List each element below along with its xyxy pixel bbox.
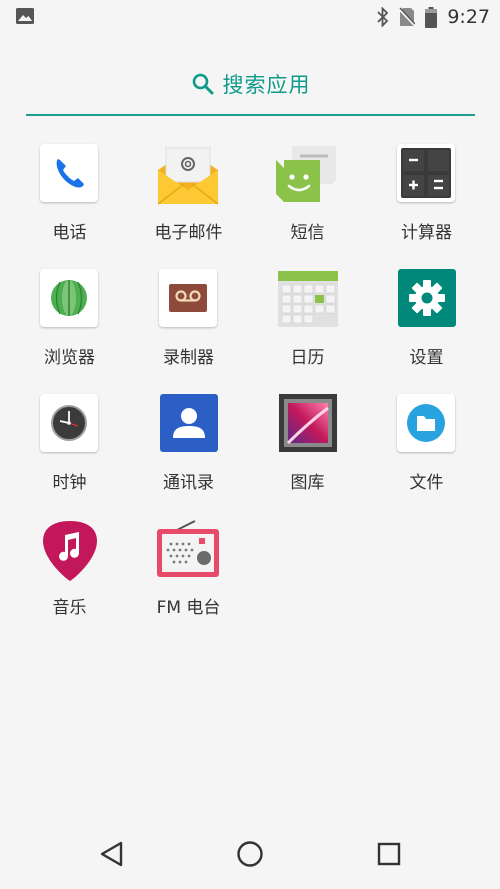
settings-icon [397, 269, 457, 329]
browser-icon [40, 269, 100, 329]
bluetooth-icon [377, 7, 389, 27]
app-search[interactable]: 搜索应用 [26, 56, 475, 116]
no-sim-icon [399, 7, 416, 27]
app-files[interactable]: 文件 [367, 394, 486, 504]
app-phone[interactable]: 电话 [10, 144, 129, 254]
app-messages[interactable]: 短信 [248, 144, 367, 254]
calendar-icon [278, 269, 338, 329]
gallery-icon [278, 394, 338, 454]
app-fm-radio[interactable]: FM 电台 [129, 519, 248, 629]
recorder-icon [159, 269, 219, 329]
calculator-icon [397, 144, 457, 204]
app-settings[interactable]: 设置 [367, 269, 486, 379]
contacts-icon [159, 394, 219, 454]
search-underline [26, 114, 475, 116]
app-contacts[interactable]: 通讯录 [129, 394, 248, 504]
image-icon [16, 8, 34, 24]
search-label: 搜索应用 [222, 73, 311, 97]
clock-icon [40, 394, 100, 454]
status-time: 9:27 [447, 6, 490, 28]
back-icon[interactable] [94, 836, 130, 872]
app-calculator[interactable]: 计算器 [367, 144, 486, 254]
app-browser[interactable]: 浏览器 [10, 269, 129, 379]
music-icon [40, 519, 100, 581]
battery-icon [425, 6, 438, 28]
messages-icon [276, 144, 338, 204]
search-icon [192, 73, 213, 95]
fm-radio-icon [157, 519, 219, 579]
home-icon[interactable] [232, 836, 268, 872]
status-bar: 9:27 [0, 0, 500, 34]
app-music[interactable]: 音乐 [10, 519, 129, 629]
app-calendar[interactable]: 日历 [248, 269, 367, 379]
recents-icon[interactable] [371, 836, 407, 872]
email-icon [157, 144, 219, 205]
files-icon [397, 394, 457, 454]
phone-icon [40, 144, 100, 204]
app-email[interactable]: 电子邮件 [129, 144, 248, 254]
app-clock[interactable]: 时钟 [10, 394, 129, 504]
app-gallery[interactable]: 图库 [248, 394, 367, 504]
navigation-bar [0, 820, 500, 889]
app-recorder[interactable]: 录制器 [129, 269, 248, 379]
